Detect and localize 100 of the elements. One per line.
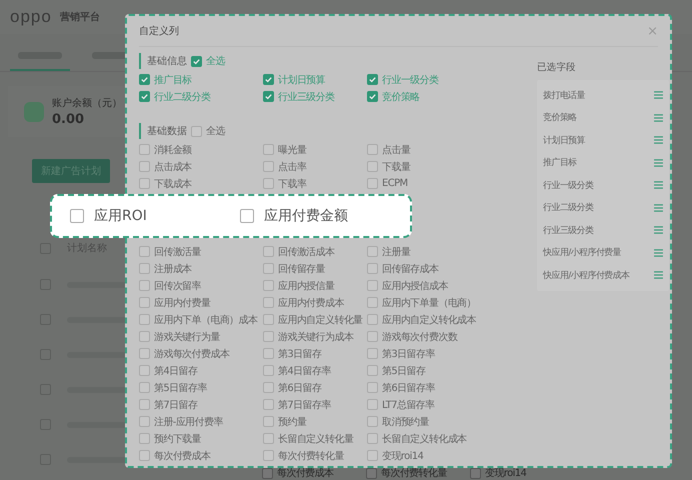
checkbox[interactable] bbox=[367, 314, 378, 325]
option-label: 预约下载量 bbox=[154, 432, 202, 446]
option-label: 行业二级分类 bbox=[154, 90, 210, 104]
checkbox[interactable] bbox=[263, 314, 274, 325]
option-label: 变现roi14 bbox=[485, 467, 526, 480]
checkbox[interactable] bbox=[139, 399, 150, 410]
checkbox[interactable] bbox=[263, 178, 274, 189]
option-label: 每次付费成本 bbox=[154, 450, 210, 462]
checkbox[interactable] bbox=[263, 348, 274, 359]
checkbox[interactable] bbox=[262, 468, 273, 478]
checkbox[interactable] bbox=[367, 450, 378, 461]
checkbox[interactable] bbox=[366, 468, 377, 478]
checkbox[interactable] bbox=[367, 331, 378, 342]
checkbox[interactable] bbox=[367, 263, 378, 274]
checkbox[interactable] bbox=[191, 56, 202, 66]
checkbox[interactable] bbox=[139, 74, 150, 85]
checkbox[interactable] bbox=[240, 209, 254, 223]
checkbox[interactable] bbox=[139, 331, 150, 342]
checkbox[interactable] bbox=[263, 416, 274, 427]
checkbox[interactable] bbox=[367, 91, 378, 102]
checkbox[interactable] bbox=[139, 297, 150, 308]
checkbox[interactable] bbox=[263, 382, 274, 393]
option-label: 下载率 bbox=[278, 178, 306, 190]
checkbox[interactable] bbox=[139, 263, 150, 274]
checkbox[interactable] bbox=[139, 314, 150, 325]
checkbox[interactable] bbox=[139, 433, 150, 444]
checkbox[interactable] bbox=[139, 246, 150, 257]
checkbox[interactable] bbox=[367, 144, 378, 155]
checkbox[interactable] bbox=[470, 468, 481, 478]
checkbox[interactable] bbox=[367, 297, 378, 308]
option-label: 回传激活成本 bbox=[278, 246, 334, 258]
checkbox[interactable] bbox=[263, 263, 274, 274]
option-label: 应用付费金额 bbox=[264, 207, 348, 225]
checkbox[interactable] bbox=[367, 178, 378, 189]
checkbox[interactable] bbox=[139, 348, 150, 359]
option-label: 每次付费转化量 bbox=[381, 467, 447, 480]
option-label: 注册成本 bbox=[154, 262, 192, 276]
checkbox[interactable] bbox=[263, 144, 274, 155]
option-label: 点击成本 bbox=[154, 160, 192, 174]
drag-handle-icon[interactable] bbox=[654, 248, 663, 257]
option-label: 游戏每次付费成本 bbox=[154, 348, 230, 360]
option-label: 回传次留率 bbox=[154, 280, 202, 292]
dialog-title: 自定义列 bbox=[139, 24, 179, 38]
logo: oppo bbox=[10, 7, 52, 27]
checkbox[interactable] bbox=[367, 433, 378, 444]
option-label: 应用ROI bbox=[94, 207, 147, 225]
checkbox[interactable] bbox=[139, 161, 150, 172]
checkbox[interactable] bbox=[263, 74, 274, 85]
field-label: 快应用/小程序付费量 bbox=[543, 246, 622, 260]
drag-handle-icon[interactable] bbox=[654, 158, 663, 167]
checkbox[interactable] bbox=[367, 416, 378, 427]
option-label: 应用内授信成本 bbox=[382, 280, 448, 292]
checkbox[interactable] bbox=[263, 246, 274, 257]
checkbox[interactable] bbox=[139, 450, 150, 461]
field-label: 行业三级分类 bbox=[543, 224, 594, 237]
close-button[interactable]: × bbox=[647, 24, 658, 38]
drag-handle-icon[interactable] bbox=[654, 271, 663, 280]
drag-handle-icon[interactable] bbox=[654, 226, 663, 234]
checkbox[interactable] bbox=[367, 348, 378, 359]
option-label: 第7日留存率 bbox=[278, 398, 331, 412]
checkbox[interactable] bbox=[263, 365, 274, 376]
checkbox[interactable] bbox=[263, 161, 274, 172]
option-label: 行业三级分类 bbox=[278, 90, 334, 104]
checkbox[interactable] bbox=[263, 433, 274, 444]
option-label: 第5日留存 bbox=[382, 364, 426, 378]
checkbox[interactable] bbox=[139, 382, 150, 393]
checkbox[interactable] bbox=[367, 161, 378, 172]
checkbox[interactable] bbox=[367, 399, 378, 410]
checkbox[interactable] bbox=[367, 280, 378, 291]
checkbox[interactable] bbox=[367, 246, 378, 257]
option-label: 第5日留存率 bbox=[154, 382, 207, 394]
option-label: 行业一级分类 bbox=[382, 74, 438, 86]
checkbox[interactable] bbox=[139, 144, 150, 155]
checkbox[interactable] bbox=[139, 178, 150, 189]
option-label: 回传留存成本 bbox=[382, 262, 438, 276]
checkbox[interactable] bbox=[367, 365, 378, 376]
checkbox[interactable] bbox=[139, 365, 150, 376]
checkbox[interactable] bbox=[263, 331, 274, 342]
option-label: 下载成本 bbox=[154, 178, 192, 190]
option-label: 回传激活量 bbox=[154, 246, 202, 258]
drag-handle-icon[interactable] bbox=[654, 204, 663, 212]
checkbox[interactable] bbox=[139, 280, 150, 291]
checkbox[interactable] bbox=[139, 91, 150, 102]
field-label: 竞价策略 bbox=[543, 112, 577, 124]
drag-handle-icon[interactable] bbox=[654, 136, 663, 144]
option-label: 应用内下单量（电商） bbox=[382, 296, 476, 310]
drag-handle-icon[interactable] bbox=[654, 91, 663, 100]
checkbox[interactable] bbox=[139, 416, 150, 427]
checkbox[interactable] bbox=[367, 382, 378, 393]
checkbox[interactable] bbox=[367, 74, 378, 85]
checkbox[interactable] bbox=[191, 126, 202, 136]
checkbox[interactable] bbox=[263, 91, 274, 102]
checkbox[interactable] bbox=[70, 209, 84, 223]
checkbox[interactable] bbox=[263, 399, 274, 410]
option-label: 变现roi14 bbox=[382, 450, 424, 462]
drag-handle-icon[interactable] bbox=[654, 181, 663, 190]
checkbox[interactable] bbox=[263, 450, 274, 461]
drag-handle-icon[interactable] bbox=[654, 114, 663, 122]
checkbox[interactable] bbox=[263, 297, 274, 308]
checkbox[interactable] bbox=[263, 280, 274, 291]
